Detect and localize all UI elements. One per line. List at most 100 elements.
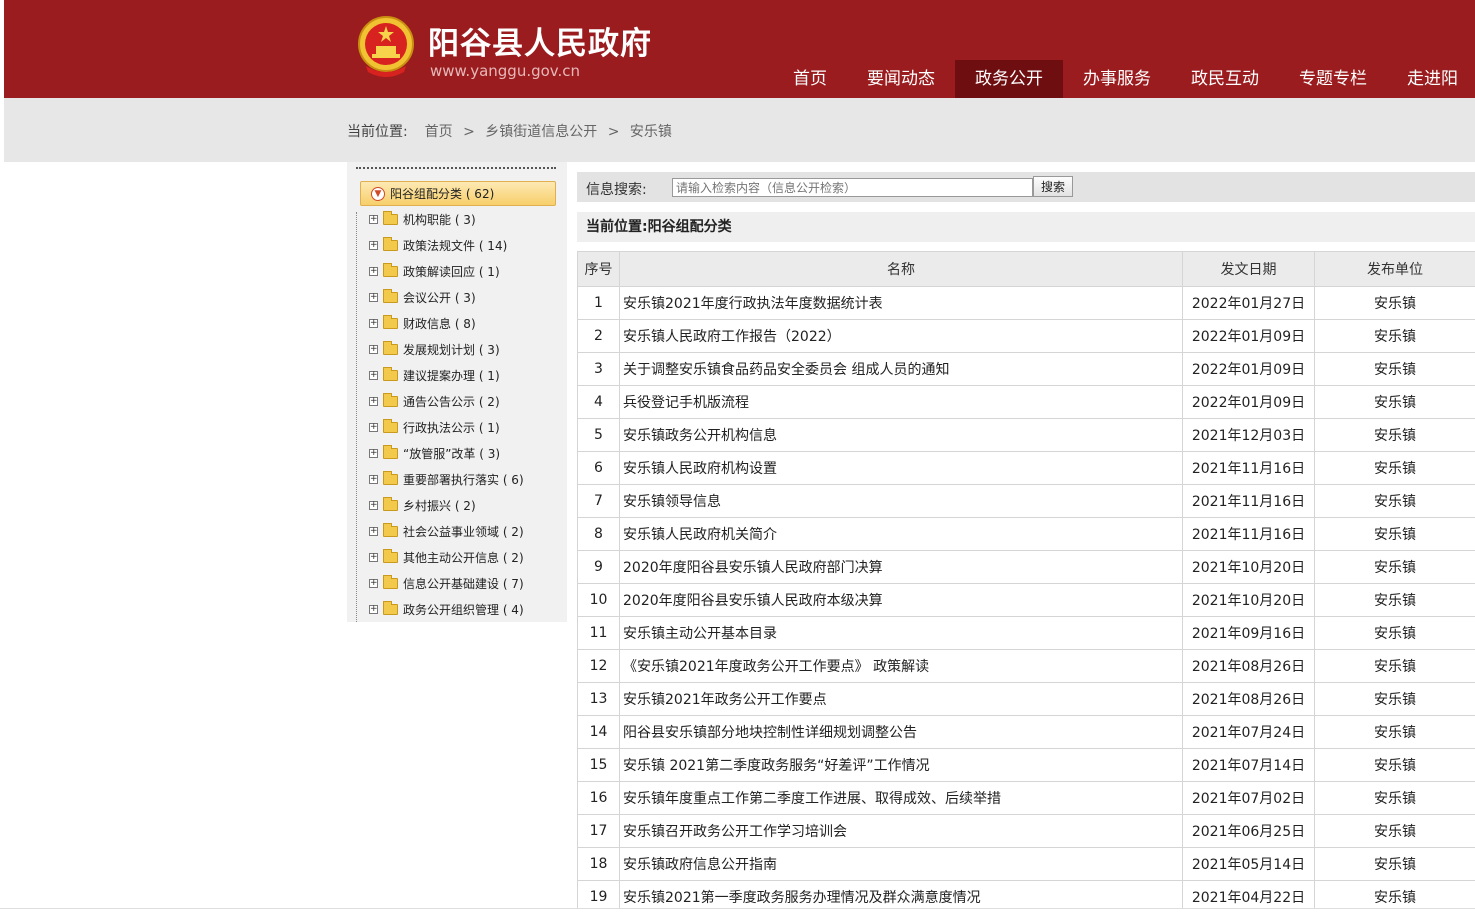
table-row: 9 2020年度阳谷县安乐镇人民政府部门决算 2021年10月20日 安乐镇 <box>577 550 1475 584</box>
publish-unit: 安乐镇 <box>1314 385 1475 419</box>
sidebar-category-item[interactable]: + 政策解读回应 ( 1) <box>368 258 558 284</box>
publish-unit: 安乐镇 <box>1314 748 1475 782</box>
document-title-link[interactable]: 安乐镇人民政府机构设置 <box>619 451 1183 485</box>
document-title-link[interactable]: 安乐镇人民政府工作报告（2022） <box>619 319 1183 353</box>
expand-plus-icon[interactable]: + <box>369 604 378 614</box>
breadcrumb: 当前位置: 首页 > 乡镇街道信息公开 > 安乐镇 <box>347 121 672 141</box>
sidebar-category-item[interactable]: + 其他主动公开信息 ( 2) <box>368 544 558 570</box>
expand-plus-icon[interactable]: + <box>369 552 378 562</box>
publish-unit: 安乐镇 <box>1314 847 1475 881</box>
expand-plus-icon[interactable]: + <box>369 240 378 250</box>
site-title[interactable]: 阳谷县人民政府 <box>428 18 652 63</box>
sidebar-category-item[interactable]: + “放管服”改革 ( 3) <box>368 440 558 466</box>
sidebar-category-item[interactable]: + 通告公告公示 ( 2) <box>368 388 558 414</box>
document-title-link[interactable]: 安乐镇召开政务公开工作学习培训会 <box>619 814 1183 848</box>
expand-plus-icon[interactable]: + <box>369 370 378 380</box>
row-index: 5 <box>577 418 620 452</box>
folder-icon <box>383 288 398 303</box>
document-title-link[interactable]: 安乐镇年度重点工作第二季度工作进展、取得成效、后续举措 <box>619 781 1183 815</box>
site-header: 阳谷县人民政府 www.yanggu.gov.cn 首页 要闻动态 政务公开 办事服务… <box>4 0 1475 98</box>
row-index: 11 <box>577 616 620 650</box>
document-title-link[interactable]: 阳谷县安乐镇部分地块控制性详细规划调整公告 <box>619 715 1183 749</box>
expand-plus-icon[interactable]: + <box>369 448 378 458</box>
search-button[interactable]: 搜索 <box>1033 176 1073 197</box>
publish-date: 2021年08月26日 <box>1182 649 1315 683</box>
nav-item-6[interactable]: 走进阳 <box>1387 60 1475 98</box>
publish-unit: 安乐镇 <box>1314 286 1475 320</box>
nav-item-1[interactable]: 要闻动态 <box>847 60 955 98</box>
expand-plus-icon[interactable]: + <box>369 266 378 276</box>
table-row: 6 安乐镇人民政府机构设置 2021年11月16日 安乐镇 <box>577 451 1475 485</box>
breadcrumb-township-info[interactable]: 乡镇街道信息公开 <box>485 124 597 140</box>
row-index: 18 <box>577 847 620 881</box>
folder-icon <box>383 574 398 589</box>
expand-plus-icon[interactable]: + <box>369 578 378 588</box>
row-index: 8 <box>577 517 620 551</box>
document-title-link[interactable]: 安乐镇领导信息 <box>619 484 1183 518</box>
document-title-link[interactable]: 安乐镇2021年政务公开工作要点 <box>619 682 1183 716</box>
expand-plus-icon[interactable]: + <box>369 422 378 432</box>
sidebar-category-item[interactable]: + 机构职能 ( 3) <box>368 206 558 232</box>
sidebar-category-item[interactable]: + 行政执法公示 ( 1) <box>368 414 558 440</box>
expand-plus-icon[interactable]: + <box>369 396 378 406</box>
row-index: 7 <box>577 484 620 518</box>
expand-plus-icon[interactable]: + <box>369 318 378 328</box>
publish-date: 2022年01月09日 <box>1182 352 1315 386</box>
sidebar-category-item[interactable]: + 乡村振兴 ( 2) <box>368 492 558 518</box>
document-title-link[interactable]: 《安乐镇2021年度政务公开工作要点》 政策解读 <box>619 649 1183 683</box>
sidebar-category-item[interactable]: + 信息公开基础建设 ( 7) <box>368 570 558 596</box>
document-title-link[interactable]: 安乐镇2021第一季度政务服务办理情况及群众满意度情况 <box>619 880 1183 908</box>
breadcrumb-anle[interactable]: 安乐镇 <box>630 124 672 140</box>
sidebar-category-item[interactable]: + 政务公开组织管理 ( 4) <box>368 596 558 622</box>
sidebar-category-label: 乡村振兴 ( 2) <box>403 498 476 513</box>
document-title-link[interactable]: 安乐镇政务公开机构信息 <box>619 418 1183 452</box>
publish-unit: 安乐镇 <box>1314 814 1475 848</box>
document-title-link[interactable]: 2020年度阳谷县安乐镇人民政府本级决算 <box>619 583 1183 617</box>
document-title-link[interactable]: 兵役登记手机版流程 <box>619 385 1183 419</box>
expand-plus-icon[interactable]: + <box>369 214 378 224</box>
document-title-link[interactable]: 关于调整安乐镇食品药品安全委员会 组成人员的通知 <box>619 352 1183 386</box>
nav-item-0[interactable]: 首页 <box>773 60 847 98</box>
breadcrumb-home[interactable]: 首页 <box>425 124 453 140</box>
publish-date: 2021年11月16日 <box>1182 451 1315 485</box>
nav-item-2[interactable]: 政务公开 <box>955 60 1063 98</box>
expand-plus-icon[interactable]: + <box>369 344 378 354</box>
table-row: 13 安乐镇2021年政务公开工作要点 2021年08月26日 安乐镇 <box>577 682 1475 716</box>
table-body: 1 安乐镇2021年度行政执法年度数据统计表 2022年01月27日 安乐镇 2 安乐镇人… <box>577 286 1475 908</box>
sidebar-category-item[interactable]: + 社会公益事业领域 ( 2) <box>368 518 558 544</box>
table-row: 18 安乐镇政府信息公开指南 2021年05月14日 安乐镇 <box>577 847 1475 881</box>
sidebar-category-item[interactable]: + 财政信息 ( 8) <box>368 310 558 336</box>
table-row: 3 关于调整安乐镇食品药品安全委员会 组成人员的通知 2022年01月09日 安乐镇 <box>577 352 1475 386</box>
document-title-link[interactable]: 安乐镇人民政府机关简介 <box>619 517 1183 551</box>
nav-item-4[interactable]: 政民互动 <box>1171 60 1279 98</box>
nav-item-5[interactable]: 专题专栏 <box>1279 60 1387 98</box>
nav-item-3[interactable]: 办事服务 <box>1063 60 1171 98</box>
tree-root-node[interactable]: ▼ 阳谷组配分类 ( 62) <box>360 181 556 206</box>
folder-icon <box>383 470 398 485</box>
sidebar-category-item[interactable]: + 发展规划计划 ( 3) <box>368 336 558 362</box>
sidebar-category-item[interactable]: + 政策法规文件 ( 14) <box>368 232 558 258</box>
sidebar-category-label: 机构职能 ( 3) <box>403 212 476 227</box>
row-index: 19 <box>577 880 620 908</box>
document-title-link[interactable]: 安乐镇2021年度行政执法年度数据统计表 <box>619 286 1183 320</box>
table-row: 12 《安乐镇2021年度政务公开工作要点》 政策解读 2021年08月26日 安乐镇 <box>577 649 1475 683</box>
sidebar-category-label: 政务公开组织管理 ( 4) <box>403 602 524 617</box>
row-index: 16 <box>577 781 620 815</box>
document-title-link[interactable]: 安乐镇政府信息公开指南 <box>619 847 1183 881</box>
expand-plus-icon[interactable]: + <box>369 526 378 536</box>
sidebar-category-item[interactable]: + 重要部署执行落实 ( 6) <box>368 466 558 492</box>
sidebar-category-item[interactable]: + 会议公开 ( 3) <box>368 284 558 310</box>
publish-date: 2021年07月24日 <box>1182 715 1315 749</box>
collapse-icon[interactable]: ▼ <box>371 186 385 201</box>
expand-plus-icon[interactable]: + <box>369 500 378 510</box>
document-title-link[interactable]: 安乐镇 2021第二季度政务服务“好差评”工作情况 <box>619 748 1183 782</box>
publish-unit: 安乐镇 <box>1314 616 1475 650</box>
publish-date: 2021年07月02日 <box>1182 781 1315 815</box>
expand-plus-icon[interactable]: + <box>369 292 378 302</box>
search-input[interactable] <box>672 178 1033 197</box>
document-title-link[interactable]: 安乐镇主动公开基本目录 <box>619 616 1183 650</box>
expand-plus-icon[interactable]: + <box>369 474 378 484</box>
document-title-link[interactable]: 2020年度阳谷县安乐镇人民政府部门决算 <box>619 550 1183 584</box>
folder-icon <box>383 262 398 277</box>
sidebar-category-item[interactable]: + 建议提案办理 ( 1) <box>368 362 558 388</box>
